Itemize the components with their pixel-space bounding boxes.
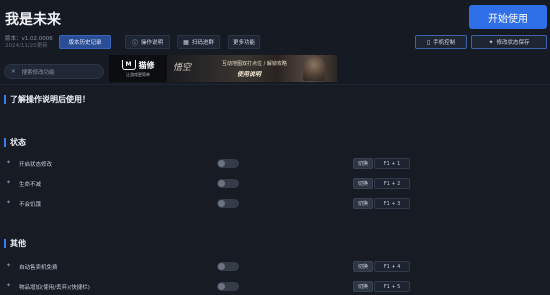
section-accent-bar <box>4 138 6 147</box>
sparkle-icon: ✦ <box>6 199 12 206</box>
feature-label: 自动售卖机免费 <box>19 265 58 271</box>
feature-row: ✦ 物品增加(使用/丢弃)(快捷栏) 切换 F1 + 5 <box>0 280 550 294</box>
info-icon: ⓘ <box>131 39 138 47</box>
main-content: 了解操作说明后使用！ 状态 ✦ 开启状态修改 切换 F1 + 1 ✦ 生命不减 … <box>0 85 550 295</box>
toggle-button[interactable]: 切换 <box>353 158 373 169</box>
feature-label: 开启状态修改 <box>19 162 53 168</box>
sparkle-icon: ✦ <box>488 38 494 46</box>
section-title-status: 状态 <box>4 137 26 148</box>
version-info: 版本：v1.02.0006 2024/11/20更新 <box>5 36 53 50</box>
start-button[interactable]: 开始使用 <box>469 5 547 29</box>
scan-qr-button[interactable]: ▦ 扫码进群 <box>177 35 220 49</box>
section-accent-bar <box>4 95 6 104</box>
version-text: 版本：v1.02.0006 <box>5 36 53 42</box>
cat-logo-icon: M <box>121 60 136 70</box>
banner-line2: 使用说明 <box>237 71 262 78</box>
feature-toggle[interactable] <box>217 159 239 168</box>
banner-calligraphy: 悟空 <box>173 63 192 73</box>
feature-row: ✦ 不会饥饿 切换 F1 + 3 <box>0 197 550 211</box>
notice-title: 了解操作说明后使用！ <box>4 94 90 105</box>
close-icon[interactable]: ✕ <box>11 69 16 75</box>
mobile-control-button[interactable]: ▯ 手机控制 <box>415 35 467 49</box>
toggle-knob <box>218 160 225 167</box>
phone-icon: ▯ <box>426 38 431 46</box>
app-title: 我是未来 <box>5 12 61 28</box>
toggle-button[interactable]: 切换 <box>353 198 373 209</box>
feature-toggle[interactable] <box>217 262 239 271</box>
feature-toggle[interactable] <box>217 282 239 291</box>
sparkle-icon: ✦ <box>6 262 12 269</box>
banner-logo: M 猫修 <box>121 60 155 71</box>
more-features-button[interactable]: 更多功能 <box>228 35 260 49</box>
toggle-button[interactable]: 切换 <box>353 281 373 292</box>
feature-label: 生命不减 <box>19 182 42 188</box>
banner-brand: 猫修 <box>138 60 155 70</box>
search-placeholder: 搜索修改功能 <box>21 69 55 76</box>
save-state-button[interactable]: ✦ 修改状态保存 <box>471 35 547 49</box>
version-history-button[interactable]: 版本历史记录 <box>59 35 111 49</box>
hotkey-field[interactable]: F1 + 4 <box>374 261 410 272</box>
instructions-label: 操作说明 <box>141 40 164 46</box>
feature-row: ✦ 生命不减 切换 F1 + 2 <box>0 177 550 191</box>
more-features-label: 更多功能 <box>232 40 255 46</box>
toggle-knob <box>218 283 225 290</box>
section-title-text: 状态 <box>10 138 26 147</box>
toggle-knob <box>218 200 225 207</box>
feature-row: ✦ 自动售卖机免费 切换 F1 + 4 <box>0 260 550 274</box>
save-state-label: 修改状态保存 <box>496 40 530 46</box>
banner-artwork: 悟空 互动地图双打点位 / 解锁攻略 使用说明 <box>167 55 337 82</box>
section-title-text: 其他 <box>10 239 26 248</box>
promo-banner[interactable]: M 猫修 让游戏更简单 悟空 互动地图双打点位 / 解锁攻略 使用说明 <box>109 55 337 82</box>
version-history-label: 版本历史记录 <box>68 40 102 46</box>
build-date: 2024/11/20更新 <box>5 43 48 49</box>
hotkey-field[interactable]: F1 + 5 <box>374 281 410 292</box>
notice-text: 了解操作说明后使用！ <box>10 95 90 104</box>
feature-row: ✦ 开启状态修改 切换 F1 + 1 <box>0 157 550 171</box>
feature-label: 不会饥饿 <box>19 202 42 208</box>
banner-slogan: 让游戏更简单 <box>126 71 150 77</box>
feature-toggle[interactable] <box>217 199 239 208</box>
feature-label: 物品增加(使用/丢弃)(快捷栏) <box>19 285 90 291</box>
toggle-knob <box>218 180 225 187</box>
toggle-knob <box>218 263 225 270</box>
qr-icon: ▦ <box>183 38 189 46</box>
scan-qr-label: 扫码进群 <box>191 40 214 46</box>
sparkle-icon: ✦ <box>6 179 12 186</box>
banner-line1: 互动地图双打点位 / 解锁攻略 <box>222 61 287 67</box>
character-figure <box>303 56 325 81</box>
header: 我是未来 版本：v1.02.0006 2024/11/20更新 版本历史记录 ⓘ… <box>0 0 550 58</box>
hotkey-field[interactable]: F1 + 3 <box>374 198 410 209</box>
mobile-control-label: 手机控制 <box>433 40 456 46</box>
toggle-button[interactable]: 切换 <box>353 261 373 272</box>
feature-toggle[interactable] <box>217 179 239 188</box>
sparkle-icon: ✦ <box>6 159 12 166</box>
instructions-button[interactable]: ⓘ 操作说明 <box>125 35 170 49</box>
section-title-other: 其他 <box>4 238 26 249</box>
hotkey-field[interactable]: F1 + 1 <box>374 158 410 169</box>
sparkle-icon: ✦ <box>6 282 12 289</box>
hotkey-field[interactable]: F1 + 2 <box>374 178 410 189</box>
banner-brand-panel: M 猫修 让游戏更简单 <box>109 55 167 82</box>
search-input[interactable]: ✕ 搜索修改功能 <box>4 64 104 79</box>
section-accent-bar <box>4 239 6 248</box>
toggle-button[interactable]: 切换 <box>353 178 373 189</box>
